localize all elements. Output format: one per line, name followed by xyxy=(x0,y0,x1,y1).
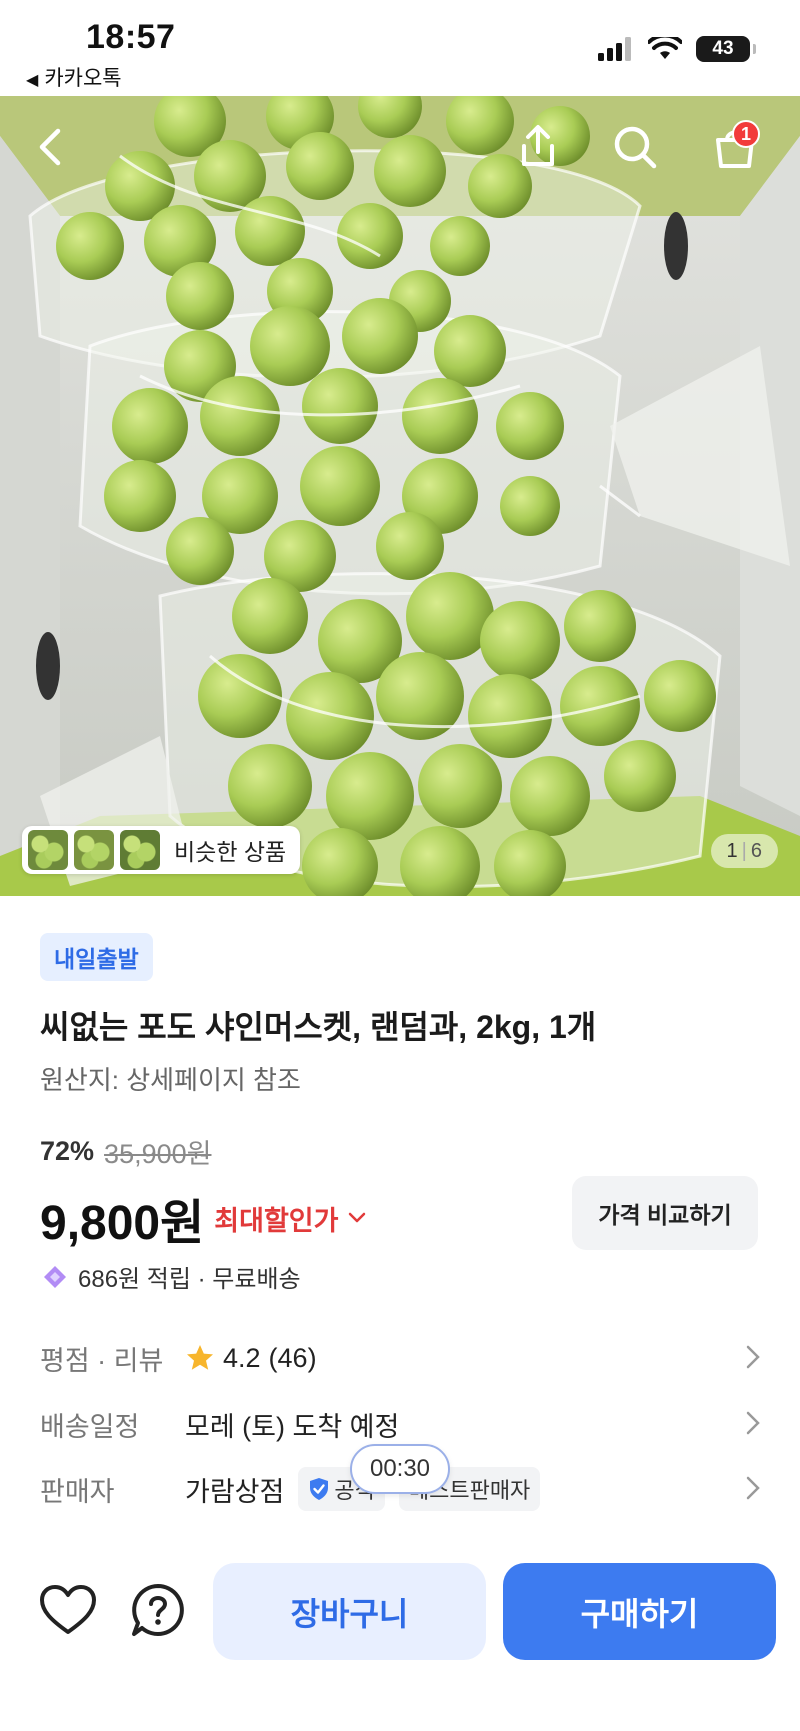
chevron-right-icon xyxy=(746,1476,760,1500)
similar-thumb-2 xyxy=(74,830,114,870)
review-count: (46) xyxy=(268,1342,317,1373)
back-triangle-icon: ◀ xyxy=(26,72,39,89)
similar-thumb-1 xyxy=(28,830,68,870)
chevron-down-icon xyxy=(349,1212,366,1223)
wifi-icon xyxy=(648,37,682,59)
rating-key: 평점 · 리뷰 xyxy=(40,1345,164,1376)
rating-review-row[interactable]: 평점 · 리뷰 4.2 (46) xyxy=(40,1333,760,1383)
back-to-app-link[interactable]: ◀ 카카오톡 xyxy=(26,62,122,92)
chevron-right-icon xyxy=(746,1345,760,1369)
discount-rate: 72% xyxy=(40,1136,95,1166)
star-icon xyxy=(187,1345,213,1370)
search-icon xyxy=(614,126,657,169)
max-discount-dropdown[interactable]: 최대할인가 xyxy=(214,1199,366,1238)
price-row: 9,800원 최대할인가 xyxy=(40,1183,366,1253)
discount-row: 72% 35,900원 xyxy=(40,1132,211,1171)
seller-key: 판매자 xyxy=(40,1476,115,1507)
similar-products-button[interactable]: 비슷한 상품 xyxy=(22,826,301,874)
points-shipping-info: 686원 적립 · 무료배송 xyxy=(40,1259,301,1294)
delivery-key: 배송일정 xyxy=(40,1411,140,1442)
question-icon xyxy=(132,1584,184,1636)
original-price: 35,900원 xyxy=(104,1139,212,1169)
price-compare-button[interactable]: 가격 비교하기 xyxy=(572,1176,758,1250)
sale-price: 9,800원 xyxy=(40,1197,205,1250)
add-to-cart-button[interactable]: 장바구니 xyxy=(213,1563,486,1660)
status-icons: 43 xyxy=(598,36,756,62)
page-separator: | xyxy=(741,839,747,862)
delivery-row[interactable]: 배송일정 모레 (토) 도착 예정 xyxy=(40,1399,760,1449)
status-bar: 18:57 ◀ 카카오톡 43 xyxy=(0,0,800,96)
cart-button[interactable]: 1 xyxy=(704,116,766,178)
product-origin: 원산지: 상세페이지 참조 xyxy=(40,1065,301,1095)
timer-badge: 00:30 xyxy=(350,1444,450,1494)
cart-count-badge: 1 xyxy=(732,120,760,148)
product-title: 씨없는 포도 샤인머스켓, 랜덤과, 2kg, 1개 xyxy=(40,1009,597,1045)
rating-value: 4.2 xyxy=(223,1342,261,1373)
chevron-right-icon xyxy=(746,1411,760,1435)
inquiry-button[interactable] xyxy=(128,1580,188,1640)
bottom-action-bar: 장바구니 구매하기 xyxy=(0,1540,800,1731)
back-arrow-icon xyxy=(39,128,61,166)
battery-icon: 43 xyxy=(696,36,756,62)
back-button[interactable] xyxy=(20,116,82,178)
similar-thumb-3 xyxy=(120,830,160,870)
points-icon xyxy=(44,1265,66,1288)
rating-value-group: 4.2 (46) xyxy=(185,1343,317,1374)
product-photo xyxy=(0,96,800,896)
signal-icon xyxy=(598,37,631,61)
delivery-value: 모레 (토) 도착 예정 xyxy=(185,1411,400,1442)
image-page-indicator: 1 | 6 xyxy=(710,834,778,868)
back-app-label: 카카오톡 xyxy=(44,67,122,90)
product-image-carousel[interactable]: 1 비슷한 상품 1 | 6 xyxy=(0,96,800,896)
wishlist-button[interactable] xyxy=(38,1580,98,1640)
seller-name: 가람상점 xyxy=(185,1476,285,1507)
share-button[interactable] xyxy=(507,116,569,178)
shield-check-icon xyxy=(310,1478,329,1500)
similar-products-label: 비슷한 상품 xyxy=(174,839,287,865)
points-text: 686원 적립 · 무료배송 xyxy=(78,1266,301,1293)
status-time: 18:57 xyxy=(86,18,176,56)
share-icon xyxy=(522,125,554,166)
page-current: 1 xyxy=(726,839,738,862)
buy-now-button[interactable]: 구매하기 xyxy=(503,1563,776,1660)
search-button[interactable] xyxy=(604,116,666,178)
max-discount-label: 최대할인가 xyxy=(214,1205,339,1236)
heart-icon xyxy=(40,1585,96,1634)
page-total: 6 xyxy=(750,839,762,862)
departure-tag: 내일출발 xyxy=(40,933,153,981)
